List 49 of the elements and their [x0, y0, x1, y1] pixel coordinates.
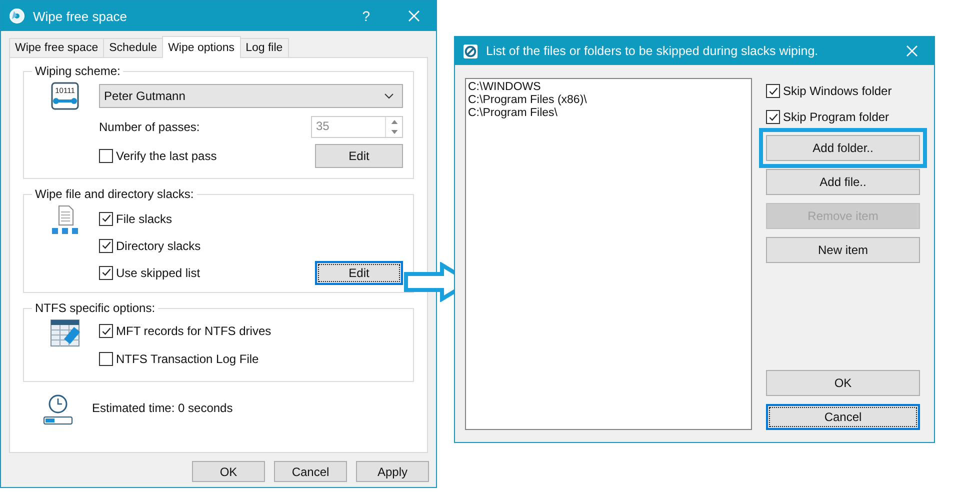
checkbox[interactable]	[99, 324, 113, 338]
tab[interactable]: Log file	[240, 38, 289, 57]
dialog-button[interactable]: New item	[766, 237, 920, 263]
no-entry-icon	[463, 44, 478, 58]
window-title: List of the files or folders to be skipped during slacks wiping.	[486, 44, 820, 58]
checkbox-label[interactable]: Skip Program folder	[783, 110, 890, 124]
group-label: NTFS specific options:	[34, 301, 156, 315]
tab[interactable]: Wipe free space	[9, 38, 104, 57]
checkbox[interactable]	[766, 84, 780, 98]
window-title: Wipe free space	[33, 8, 128, 24]
checkbox-label[interactable]: Verify the last pass	[116, 149, 217, 163]
tab[interactable]: Wipe options	[162, 36, 241, 58]
dialog-button[interactable]: OK	[766, 370, 920, 396]
dialog-button[interactable]: Edit	[315, 260, 403, 284]
checkbox[interactable]	[99, 149, 113, 163]
chevron-down-icon	[384, 93, 394, 99]
clock-progress-icon	[42, 394, 72, 426]
dialog-button[interactable]: Add folder..	[766, 135, 920, 161]
table-eraser-icon	[50, 319, 80, 347]
list-item[interactable]: C:\Program Files (x86)\	[468, 94, 749, 107]
dialog-button[interactable]: OK	[192, 461, 265, 482]
group-label: Wiping scheme:	[34, 64, 122, 78]
group-label: Wipe file and directory slacks:	[34, 187, 195, 201]
checkbox[interactable]	[99, 352, 113, 366]
close-icon[interactable]	[906, 45, 918, 57]
checkbox-label[interactable]: MFT records for NTFS drives	[116, 324, 272, 338]
dialog-button[interactable]: Edit	[315, 144, 403, 168]
dialog-button[interactable]: Cancel	[274, 461, 347, 482]
close-icon[interactable]	[408, 10, 420, 22]
checkbox[interactable]	[99, 238, 113, 252]
disc-icon	[9, 8, 25, 24]
checkbox-label[interactable]: Directory slacks	[116, 238, 201, 252]
checkbox-label[interactable]: NTFS Transaction Log File	[116, 352, 259, 366]
checkbox-label[interactable]: Use skipped list	[116, 266, 200, 280]
skipped-list[interactable]: C:\WINDOWS C:\Program Files (x86)\ C:\Program Files\	[465, 78, 752, 430]
dialog-button[interactable]: Cancel	[766, 404, 920, 430]
checkbox[interactable]	[99, 212, 113, 226]
list-item[interactable]: C:\WINDOWS	[468, 81, 749, 94]
checkbox-label[interactable]: Skip Windows folder	[783, 84, 892, 98]
passes-label: Number of passes:	[99, 120, 200, 134]
list-item[interactable]: C:\Program Files\	[468, 107, 749, 120]
dialog-button[interactable]: Add file..	[766, 169, 920, 195]
checkbox[interactable]	[766, 110, 780, 124]
scheme-dropdown[interactable]: Peter Gutmann	[99, 84, 403, 108]
dialog-button[interactable]: Apply	[356, 461, 429, 482]
checkbox[interactable]	[99, 266, 113, 280]
checkbox-label[interactable]: File slacks	[116, 212, 172, 226]
estimated-time-text: Estimated time: 0 seconds	[92, 401, 233, 415]
document-icon	[50, 205, 78, 235]
